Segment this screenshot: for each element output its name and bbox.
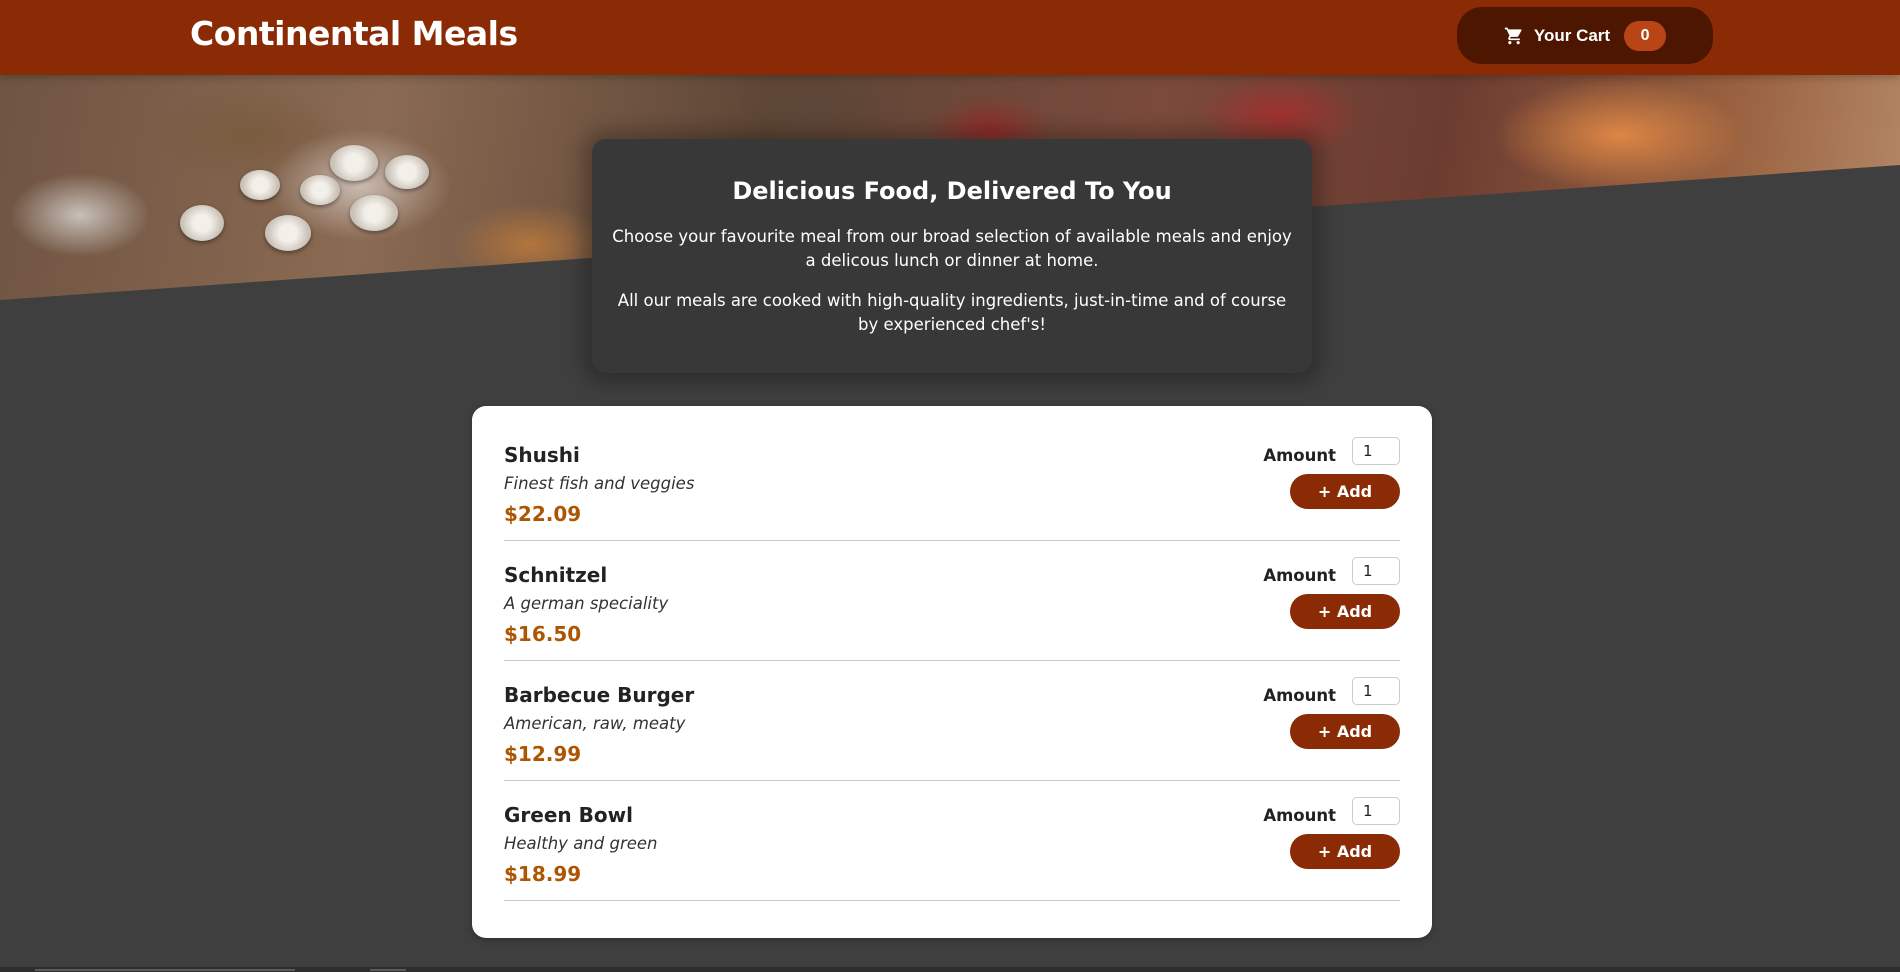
amount-input[interactable] (1352, 797, 1400, 825)
app-title: Continental Meals (190, 14, 518, 53)
meal-name: Schnitzel (504, 563, 608, 587)
add-button[interactable]: + Add (1290, 474, 1400, 509)
meal-price: $22.09 (504, 502, 582, 526)
add-button[interactable]: + Add (1290, 714, 1400, 749)
meal-description: A german speciality (504, 594, 669, 613)
meal-name: Green Bowl (504, 803, 633, 827)
meal-item: Green Bowl Healthy and green $18.99 Amou… (504, 781, 1400, 901)
amount-label: Amount (1263, 806, 1336, 825)
meal-item: Schnitzel A german speciality $16.50 Amo… (504, 541, 1400, 661)
summary-paragraph-2: All our meals are cooked with high-quali… (617, 291, 1287, 334)
amount-label: Amount (1263, 686, 1336, 705)
cart-count-badge: 0 (1624, 20, 1667, 51)
meal-description: American, raw, meaty (504, 714, 686, 733)
cart-button[interactable]: Your Cart 0 (1457, 7, 1713, 64)
meal-price: $18.99 (504, 862, 582, 886)
summary-title: Delicious Food, Delivered To You (732, 177, 1172, 205)
meals-list: Shushi Finest fish and veggies $22.09 Am… (504, 421, 1400, 901)
summary-card: Delicious Food, Delivered To You Choose … (592, 139, 1312, 373)
meal-item: Barbecue Burger American, raw, meaty $12… (504, 661, 1400, 781)
add-button[interactable]: + Add (1290, 834, 1400, 869)
meal-name: Shushi (504, 443, 580, 467)
meal-price: $12.99 (504, 742, 582, 766)
amount-label: Amount (1263, 566, 1336, 585)
app-header: Continental Meals Your Cart 0 (0, 0, 1900, 75)
amount-label: Amount (1263, 446, 1336, 465)
meal-description: Finest fish and veggies (504, 474, 695, 493)
bottom-edge-strip (0, 967, 1900, 972)
amount-input[interactable] (1352, 437, 1400, 465)
meal-description: Healthy and green (504, 834, 658, 853)
meal-price: $16.50 (504, 622, 582, 646)
meal-item: Shushi Finest fish and veggies $22.09 Am… (504, 421, 1400, 541)
add-button[interactable]: + Add (1290, 594, 1400, 629)
cart-label: Your Cart (1533, 25, 1611, 45)
cart-icon (1504, 26, 1524, 46)
amount-input[interactable] (1352, 557, 1400, 585)
meals-list-card: Shushi Finest fish and veggies $22.09 Am… (472, 406, 1432, 938)
summary-paragraph-1: Choose your favourite meal from our broa… (612, 227, 1292, 270)
amount-input[interactable] (1352, 677, 1400, 705)
meal-name: Barbecue Burger (504, 683, 695, 707)
